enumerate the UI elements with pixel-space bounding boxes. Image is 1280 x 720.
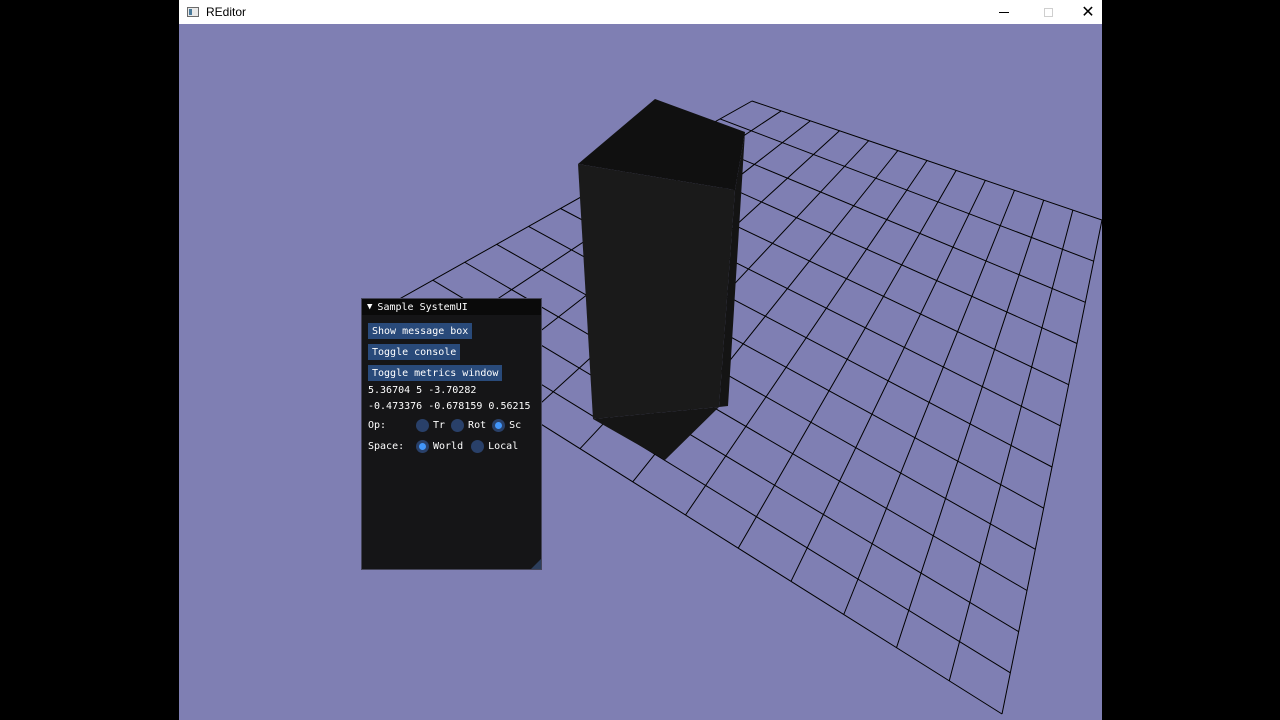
space-option-local[interactable]: Local — [471, 439, 519, 453]
app-window-icon — [187, 7, 199, 17]
space-world-radio[interactable] — [416, 439, 429, 453]
grid-line — [948, 209, 1074, 681]
grid-line — [464, 261, 1028, 591]
grid-line — [843, 190, 1015, 615]
toggle-console-button[interactable]: Toggle console — [368, 344, 461, 360]
cube-object[interactable] — [578, 99, 745, 460]
cube-left-face — [578, 164, 735, 419]
op-tr-label: Tr — [433, 419, 446, 431]
space-option-world[interactable]: World — [416, 439, 464, 453]
window-title: REditor — [206, 5, 247, 19]
scene-svg — [368, 99, 1102, 715]
space-local-label: Local — [488, 440, 519, 452]
op-radio-group: Op: Tr Rot Sc — [368, 417, 521, 433]
grid-line — [496, 243, 1036, 550]
space-radio-group: Space: World Local — [368, 438, 518, 454]
panel-title-bar[interactable]: ▼ Sample SystemUI — [362, 299, 541, 315]
space-world-label: World — [433, 440, 464, 452]
app-window: REditor ✕ ▼ Sample SystemUI Show message… — [179, 0, 1102, 720]
title-bar[interactable]: REditor ✕ — [179, 0, 1102, 24]
minimize-icon — [999, 11, 1009, 13]
3d-viewport[interactable]: ▼ Sample SystemUI Show message box Toggl… — [179, 24, 1102, 720]
space-label: Space: — [368, 440, 405, 452]
op-tr-radio[interactable] — [416, 418, 429, 432]
rotation-readout: -0.473376 -0.678159 0.56215 — [368, 401, 531, 412]
op-sc-label: Sc — [509, 419, 522, 431]
op-option-sc[interactable]: Sc — [492, 418, 522, 432]
op-rot-label: Rot — [468, 419, 487, 431]
sample-systemui-panel[interactable]: ▼ Sample SystemUI Show message box Toggl… — [361, 298, 542, 570]
toggle-metrics-window-button[interactable]: Toggle metrics window — [368, 365, 503, 381]
grid-line — [1001, 219, 1102, 715]
op-sc-radio[interactable] — [492, 418, 506, 432]
maximize-icon — [1043, 7, 1053, 17]
position-readout: 5.36704 5 -3.70282 — [368, 385, 477, 396]
resize-grip[interactable] — [531, 559, 541, 569]
maximize-button[interactable] — [1028, 0, 1068, 24]
op-option-tr[interactable]: Tr — [416, 418, 446, 432]
grid-line — [896, 200, 1045, 648]
minimize-button[interactable] — [984, 0, 1024, 24]
panel-title: Sample SystemUI — [377, 301, 468, 313]
collapse-triangle-icon[interactable]: ▼ — [367, 302, 372, 312]
space-local-radio[interactable] — [471, 439, 485, 453]
close-button[interactable]: ✕ — [1068, 0, 1102, 24]
close-icon: ✕ — [1081, 2, 1095, 21]
grid-line — [790, 180, 986, 582]
op-rot-radio[interactable] — [451, 418, 465, 432]
show-message-box-button[interactable]: Show message box — [368, 323, 473, 339]
op-option-rot[interactable]: Rot — [451, 418, 487, 432]
op-label: Op: — [368, 419, 387, 431]
